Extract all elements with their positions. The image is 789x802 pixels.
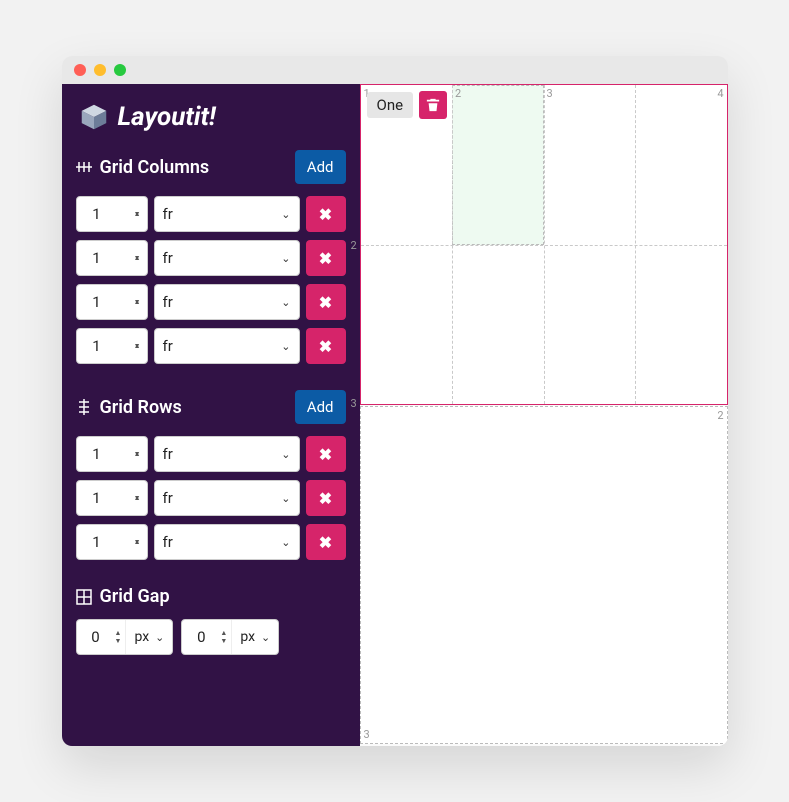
col-gap-stepper[interactable]: ▲▼ [115,629,126,645]
column-value-field[interactable] [77,205,117,223]
grid-preview[interactable]: 1 2 3 4 2 3 One [360,84,728,405]
section-columns: Grid Columns Add ▲▼fr⌄✖▲▼fr⌄✖▲▼fr⌄✖▲▼fr⌄… [76,150,346,364]
close-icon: ✖ [319,337,332,356]
trash-icon [426,98,440,112]
column-value-input: ▲▼ [76,328,148,364]
row-gap-field[interactable] [182,628,220,646]
row-gap-unit-select[interactable]: px⌄ [231,620,278,654]
canvas[interactable]: 1 2 3 4 2 3 One 2 3 [360,84,728,746]
minimize-icon[interactable] [94,64,106,76]
row-unit-select[interactable]: fr⌄ [154,524,300,560]
close-icon[interactable] [74,64,86,76]
remove-row-button[interactable]: ✖ [306,524,346,560]
second-label-3: 3 [364,728,370,741]
second-grid-preview[interactable]: 2 3 [360,406,728,744]
rows-title: Grid Rows [100,397,182,418]
window: Layoutit! Grid Columns Add [62,56,728,746]
row-label-3: 3 [351,397,357,410]
remove-column-button[interactable]: ✖ [306,284,346,320]
gap-title: Grid Gap [100,586,170,607]
row-track-row: ▲▼fr⌄ ✖ [76,480,346,516]
col-gap-field[interactable] [77,628,115,646]
row-label-2: 2 [351,239,357,252]
column-track-row: ▲▼fr⌄ ✖ [76,240,346,276]
remove-column-button[interactable]: ✖ [306,328,346,364]
col-label-3: 3 [547,87,553,100]
remove-row-button[interactable]: ✖ [306,480,346,516]
column-unit-select[interactable]: fr⌄ [154,196,300,232]
col-gap-unit-select[interactable]: px⌄ [125,620,172,654]
section-rows: Grid Rows Add ▲▼fr⌄✖▲▼fr⌄✖▲▼fr⌄✖ [76,390,346,560]
col-label-2: 2 [455,87,461,100]
close-icon: ✖ [319,205,332,224]
row-value-field[interactable] [77,489,117,507]
app-body: Layoutit! Grid Columns Add [62,84,728,746]
column-value-input: ▲▼ [76,196,148,232]
row-value-field[interactable] [77,445,117,463]
close-icon: ✖ [319,445,332,464]
column-value-input: ▲▼ [76,284,148,320]
cube-icon [80,103,108,131]
selected-cell[interactable] [452,85,544,245]
second-label-2: 2 [717,409,723,422]
sidebar: Layoutit! Grid Columns Add [62,84,360,746]
row-value-field[interactable] [77,533,117,551]
column-value-input: ▲▼ [76,240,148,276]
close-icon: ✖ [319,489,332,508]
column-value-field[interactable] [77,293,117,311]
col-label-4: 4 [717,87,723,100]
maximize-icon[interactable] [114,64,126,76]
col-gap-input: ▲▼ px⌄ [76,619,174,655]
row-gap-stepper[interactable]: ▲▼ [220,629,231,645]
close-icon: ✖ [319,293,332,312]
add-row-button[interactable]: Add [295,390,346,424]
logo: Layoutit! [80,102,346,132]
row-value-input: ▲▼ [76,480,148,516]
gap-icon [76,589,92,605]
section-gap: Grid Gap ▲▼ px⌄ ▲▼ px⌄ [76,586,346,655]
app-title: Layoutit! [118,102,216,132]
row-unit-select[interactable]: fr⌄ [154,436,300,472]
remove-column-button[interactable]: ✖ [306,240,346,276]
remove-row-button[interactable]: ✖ [306,436,346,472]
columns-title: Grid Columns [100,157,210,178]
rows-icon [76,399,92,415]
row-track-row: ▲▼fr⌄ ✖ [76,524,346,560]
add-column-button[interactable]: Add [295,150,346,184]
column-unit-select[interactable]: fr⌄ [154,284,300,320]
remove-column-button[interactable]: ✖ [306,196,346,232]
row-unit-select[interactable]: fr⌄ [154,480,300,516]
column-track-row: ▲▼fr⌄ ✖ [76,196,346,232]
close-icon: ✖ [319,533,332,552]
area-toolbar: One [367,91,448,119]
column-value-field[interactable] [77,249,117,267]
column-track-row: ▲▼fr⌄ ✖ [76,284,346,320]
row-value-input: ▲▼ [76,436,148,472]
row-track-row: ▲▼fr⌄ ✖ [76,436,346,472]
close-icon: ✖ [319,249,332,268]
row-gap-input: ▲▼ px⌄ [181,619,279,655]
titlebar [62,56,728,84]
column-unit-select[interactable]: fr⌄ [154,240,300,276]
column-value-field[interactable] [77,337,117,355]
columns-icon [76,159,92,175]
area-name-label[interactable]: One [367,92,414,118]
column-unit-select[interactable]: fr⌄ [154,328,300,364]
row-value-input: ▲▼ [76,524,148,560]
delete-area-button[interactable] [419,91,447,119]
column-track-row: ▲▼fr⌄ ✖ [76,328,346,364]
